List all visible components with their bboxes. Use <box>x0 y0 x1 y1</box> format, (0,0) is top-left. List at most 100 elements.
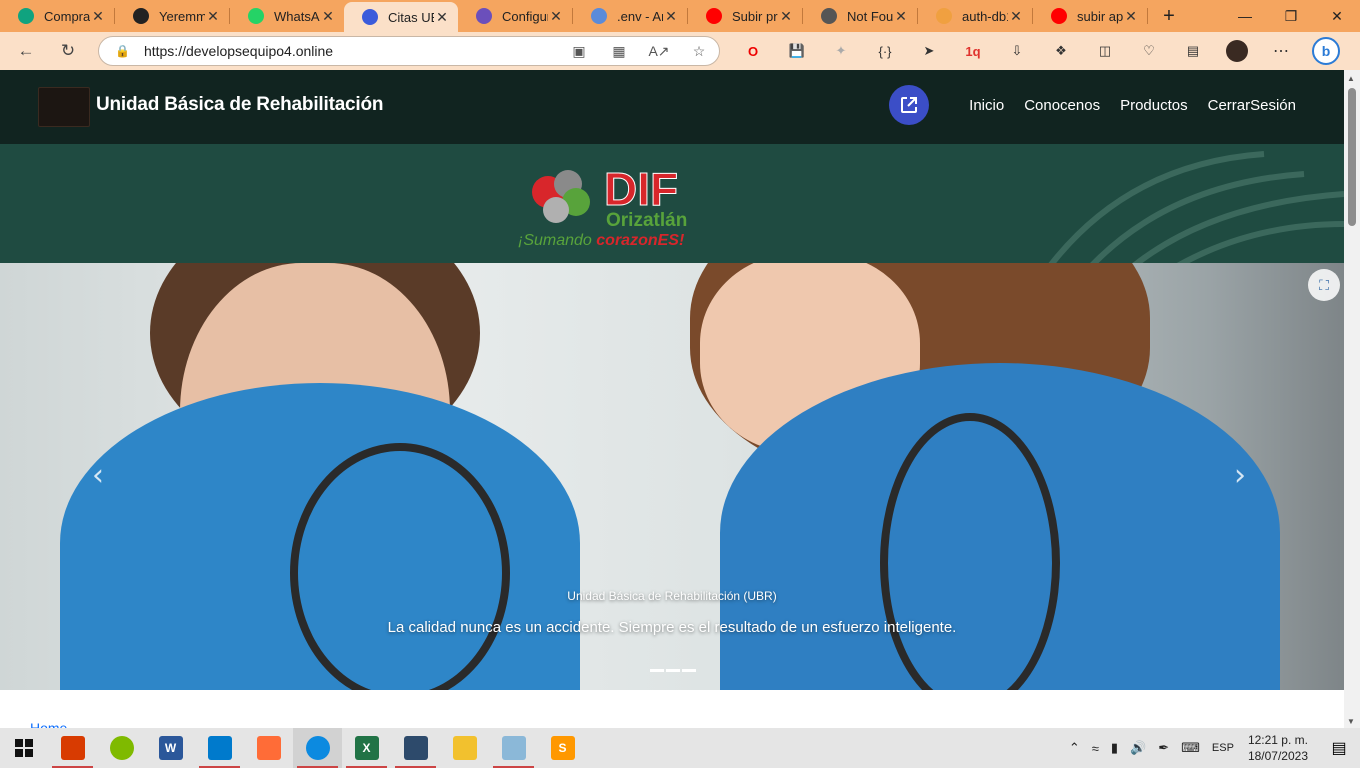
browser-tab-bar: Compra✕Yeremmi✕WhatsAp✕Citas UBR✕Configu… <box>0 0 1360 32</box>
carousel-prev-icon[interactable]: ‹ <box>92 458 104 493</box>
taskbar-app[interactable] <box>440 728 489 768</box>
app-available-icon[interactable]: ▣ <box>567 43 591 60</box>
menu-item-cerrar-sesion[interactable]: CerrarSesión <box>1208 97 1296 114</box>
bing-chat-icon[interactable]: b <box>1312 37 1340 65</box>
browser-tab[interactable]: Compra ✕ <box>0 0 114 32</box>
slogan-prefix: ¡Sumando <box>518 232 596 249</box>
browser-tab[interactable]: Subir pro✕ <box>688 0 802 32</box>
address-field[interactable]: 🔒 https://developsequipo4.online ▣ ▦ A↗ … <box>98 36 720 66</box>
url-text[interactable]: https://developsequipo4.online <box>144 43 551 59</box>
lq-extension-icon[interactable]: 1q <box>962 40 984 62</box>
close-tab-icon[interactable]: ✕ <box>663 8 679 25</box>
carousel-indicator[interactable] <box>666 669 680 672</box>
browser-tab[interactable]: Configur ✕ <box>458 0 572 32</box>
browser-tab[interactable]: .env - Arc✕ <box>573 0 687 32</box>
close-tab-icon[interactable]: ✕ <box>1008 8 1024 25</box>
site-brand[interactable]: Unidad Básica de Rehabilitación <box>96 94 384 116</box>
start-button[interactable] <box>0 728 48 768</box>
taskbar-app[interactable]: S <box>538 728 587 768</box>
dif-title: DIF <box>604 163 678 215</box>
battery-icon[interactable]: ▮ <box>1111 740 1118 756</box>
language-indicator[interactable]: ESP <box>1212 742 1234 754</box>
taskbar-app[interactable] <box>48 728 97 768</box>
page-scrollbar[interactable]: ▲ ▼ <box>1344 70 1360 728</box>
close-tab-icon[interactable]: ✕ <box>548 8 564 25</box>
read-aloud-icon[interactable]: A↗ <box>647 43 671 60</box>
taskbar-app[interactable] <box>97 728 146 768</box>
phpmyadmin-icon <box>936 8 952 24</box>
restore-button[interactable]: ❐ <box>1268 0 1314 32</box>
collections-icon[interactable]: ▤ <box>1182 40 1204 62</box>
notification-icon[interactable]: ▤ <box>1324 738 1354 758</box>
profile-avatar[interactable] <box>1226 40 1248 62</box>
close-tab-icon[interactable]: ✕ <box>434 9 450 26</box>
browser-tab[interactable]: subir api ✕ <box>1033 0 1147 32</box>
close-tab-icon[interactable]: ✕ <box>1123 8 1139 25</box>
youtube-icon <box>1051 8 1067 24</box>
download-extension-icon[interactable]: ⇩ <box>1006 40 1028 62</box>
grid-icon[interactable]: ▦ <box>607 43 631 60</box>
browser-tab[interactable]: WhatsAp✕ <box>230 0 344 32</box>
back-button[interactable]: ← <box>10 35 42 67</box>
network-icon[interactable]: ≈ <box>1092 741 1099 756</box>
taskbar-app[interactable]: W <box>146 728 195 768</box>
lock-icon[interactable]: 🔒 <box>115 44 130 58</box>
browser-tab[interactable]: Yeremmi ✕ <box>115 0 229 32</box>
external-link-button[interactable] <box>889 85 930 125</box>
breadcrumb-home-link[interactable]: Home <box>30 720 67 728</box>
close-window-button[interactable]: ✕ <box>1314 0 1360 32</box>
close-tab-icon[interactable]: ✕ <box>205 8 221 25</box>
close-tab-icon[interactable]: ✕ <box>320 8 336 25</box>
split-screen-icon[interactable]: ◫ <box>1094 40 1116 62</box>
pen-icon[interactable]: ✒ <box>1158 740 1169 756</box>
favorites-icon[interactable]: ♡ <box>1138 40 1160 62</box>
browser-tab[interactable]: Citas UBR✕ <box>344 2 458 32</box>
taskbar-app[interactable] <box>293 728 342 768</box>
minimize-button[interactable]: — <box>1222 0 1268 32</box>
menu-item-productos[interactable]: Productos <box>1120 97 1188 114</box>
scroll-thumb[interactable] <box>1348 88 1356 226</box>
favorite-star-icon[interactable]: ☆ <box>687 43 711 60</box>
chevron-up-icon[interactable]: ⌃ <box>1069 740 1080 756</box>
carousel-indicator[interactable] <box>650 669 664 672</box>
taskbar-app[interactable] <box>391 728 440 768</box>
save-extension-icon[interactable]: 💾 <box>786 40 808 62</box>
forward-extension-icon[interactable]: ➤ <box>918 40 940 62</box>
stethoscope-left <box>290 443 510 690</box>
new-tab-button[interactable]: + <box>1154 5 1184 28</box>
carousel-next-icon[interactable]: › <box>1234 458 1246 493</box>
github-icon <box>133 8 149 24</box>
scroll-up-icon[interactable]: ▲ <box>1347 74 1355 83</box>
browser-tab[interactable]: auth-db1✕ <box>918 0 1032 32</box>
visual-search-icon[interactable]: ⛶ <box>1308 269 1340 301</box>
excel-icon: X <box>354 736 379 760</box>
more-menu-icon[interactable]: ⋯ <box>1270 40 1292 62</box>
taskbar-app[interactable] <box>489 728 538 768</box>
tab-title: Compra <box>44 8 90 24</box>
close-tab-icon[interactable]: ✕ <box>778 8 794 25</box>
carousel-indicators <box>650 669 698 672</box>
slogan-emphasis: corazonES! <box>596 232 685 249</box>
compass-extension-icon[interactable]: ✦ <box>830 40 852 62</box>
taskbar-app[interactable]: X <box>342 728 391 768</box>
scroll-down-icon[interactable]: ▼ <box>1347 717 1355 726</box>
volume-icon[interactable]: 🔊 <box>1130 740 1146 756</box>
header-banner: DIF Orizatlán ¡Sumando corazonES! <box>0 144 1344 263</box>
taskbar-app[interactable] <box>244 728 293 768</box>
menu-item-inicio[interactable]: Inicio <box>969 97 1004 114</box>
close-tab-icon[interactable]: ✕ <box>90 8 106 25</box>
opera-extension-icon[interactable]: O <box>742 40 764 62</box>
close-tab-icon[interactable]: ✕ <box>893 8 909 25</box>
clock[interactable]: 12:21 p. m. 18/07/2023 <box>1248 732 1308 764</box>
reload-button[interactable]: ↻ <box>52 35 84 67</box>
carousel-indicator[interactable] <box>682 669 696 672</box>
heroku-icon <box>476 8 492 24</box>
taskbar-apps: WXS <box>48 728 587 768</box>
browser-tab[interactable]: Not Foun✕ <box>803 0 917 32</box>
site-logo[interactable] <box>38 87 90 127</box>
menu-item-conocenos[interactable]: Conocenos <box>1024 97 1100 114</box>
taskbar-app[interactable] <box>195 728 244 768</box>
keyboard-icon[interactable]: ⌨ <box>1181 740 1200 756</box>
json-extension-icon[interactable]: {·} <box>874 40 896 62</box>
extensions-puzzle-icon[interactable]: ❖ <box>1050 40 1072 62</box>
